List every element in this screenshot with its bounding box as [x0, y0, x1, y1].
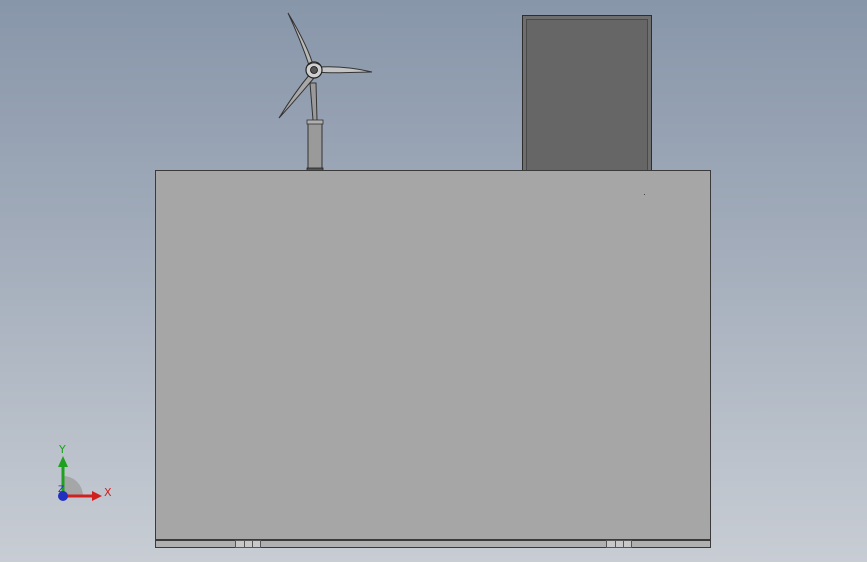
panel-frame — [526, 19, 648, 170]
enclosure-body[interactable] — [155, 170, 711, 540]
x-axis-label: X — [104, 486, 112, 499]
marker-dot — [644, 194, 645, 195]
hinge-right[interactable] — [606, 540, 632, 548]
hinge-left[interactable] — [235, 540, 261, 548]
y-axis-label: Y — [59, 443, 66, 456]
z-axis-label: Z — [58, 485, 65, 495]
solar-panel-model[interactable] — [522, 15, 652, 171]
wind-turbine-model[interactable] — [270, 8, 380, 173]
cad-viewport[interactable]: Y X Z — [0, 0, 867, 562]
